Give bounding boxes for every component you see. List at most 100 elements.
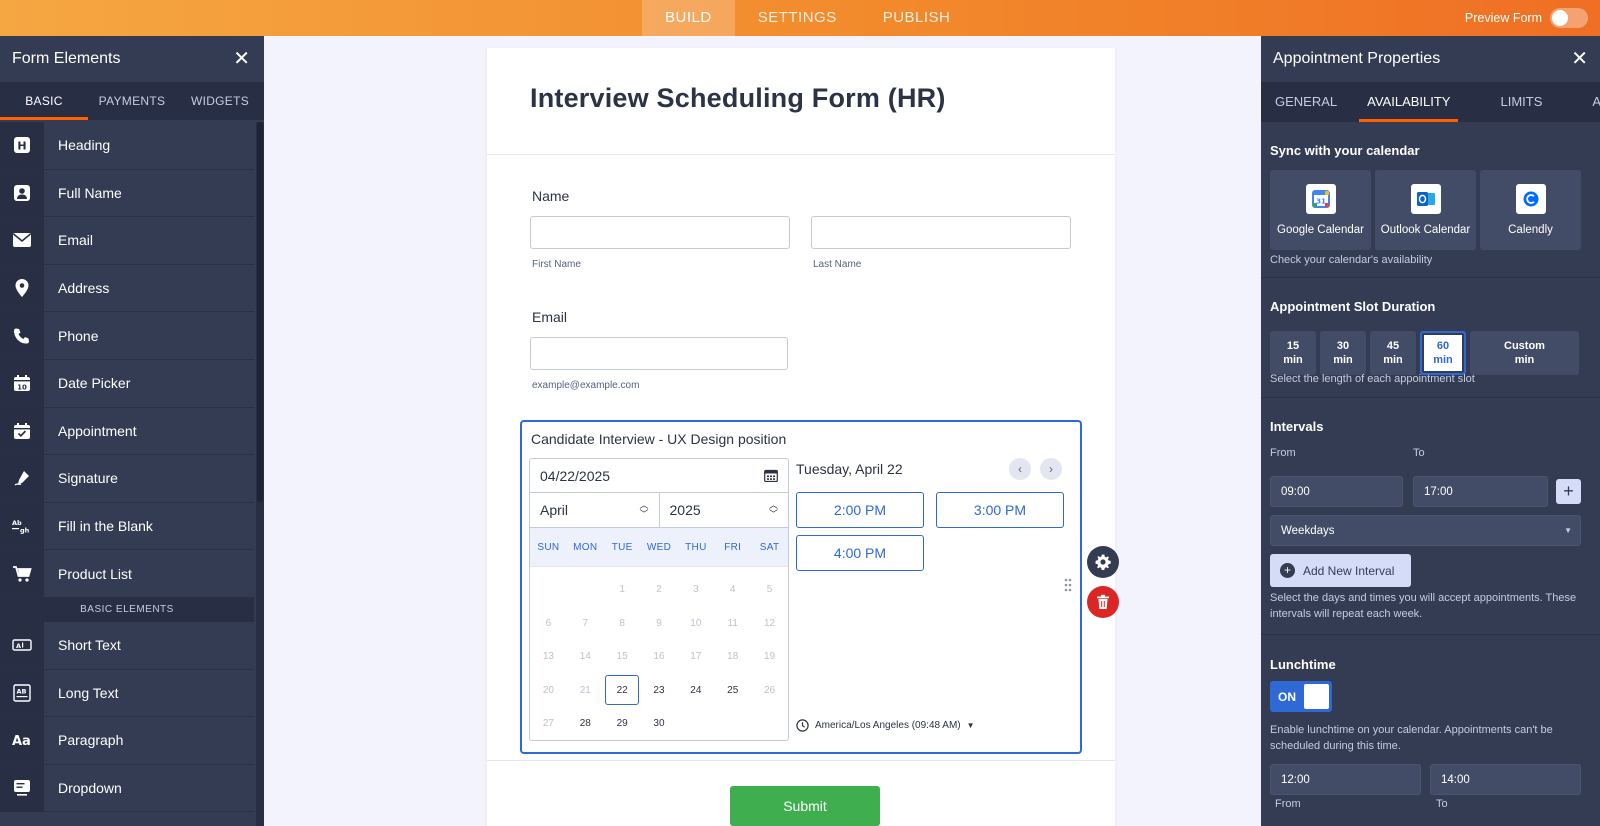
element-long-text[interactable]: AB Long Text [0,669,254,718]
tab-payments[interactable]: PAYMENTS [88,82,176,120]
date-value: 04/22/2025 [540,467,611,484]
submit-button[interactable]: Submit [730,786,880,826]
day-grid: 1 2 3 4 5 6 7 8 9 10 11 12 13 14 15 16 17 18 19 20 21 22 23 24 2… [530,567,788,740]
plus-circle-icon: + [1280,563,1295,578]
add-new-interval-button[interactable]: + Add New Interval [1270,554,1411,587]
clock-icon [796,719,809,732]
element-full-name[interactable]: Full Name [0,169,254,218]
add-time-plus-icon[interactable]: + [1556,479,1581,504]
divider [1261,277,1600,278]
element-date-picker[interactable]: 10 Date Picker [0,359,254,408]
available-day[interactable]: 23 [641,674,678,708]
first-name-input[interactable] [530,216,790,249]
disabled-day: 8 [619,617,625,629]
available-day[interactable]: 24 [677,674,714,708]
panel-title: Appointment Properties [1273,50,1441,67]
interval-from-input[interactable]: 09:00 [1270,476,1403,507]
duration-custom-button[interactable]: Custom min [1470,331,1579,375]
available-day[interactable]: 28 [567,707,604,740]
element-appointment[interactable]: Appointment [0,407,254,456]
field-settings-gear-icon[interactable] [1087,546,1119,578]
element-short-text[interactable]: A Short Text [0,621,254,670]
tab-publish[interactable]: PUBLISH [860,0,974,36]
lunch-to-input[interactable]: 14:00 [1430,764,1581,795]
tab-limits[interactable]: LIMITS [1492,82,1550,122]
appointment-field[interactable]: Candidate Interview - UX Design position… [520,420,1082,754]
tab-basic[interactable]: BASIC [0,82,88,120]
element-email[interactable]: Email [0,217,254,265]
duration-45-button[interactable]: 45 min [1370,331,1416,375]
tab-settings[interactable]: SETTINGS [735,0,860,36]
duration-30-button[interactable]: 30 min [1320,331,1366,375]
element-product-list[interactable]: Product List [0,550,254,598]
year-select[interactable]: 2025 ︿ ﹀ [660,493,789,527]
email-sublabel: example@example.com [532,380,640,391]
disabled-day: 11 [727,617,738,629]
time-slot[interactable]: 2:00 PM [796,492,924,528]
drag-handle-icon[interactable] [1064,578,1072,592]
interval-days-select[interactable]: Weekdays ▼ [1270,515,1581,546]
lunchtime-toggle[interactable]: ON [1270,681,1332,712]
element-dropdown[interactable]: Dropdown [0,764,254,813]
selected-day[interactable]: 22 [604,674,641,708]
timezone-select[interactable]: America/Los Angeles (09:48 AM) ▼ [796,719,975,732]
element-heading[interactable]: H Heading [0,122,254,170]
preview-switch[interactable] [1550,8,1588,28]
time-slot[interactable]: 4:00 PM [796,535,924,571]
duration-heading: Appointment Slot Duration [1270,299,1436,314]
tab-build[interactable]: BUILD [642,0,735,36]
delete-field-trash-icon[interactable] [1087,586,1119,618]
available-day[interactable]: 29 [604,707,641,740]
panel-title: Form Elements [12,50,121,67]
phone-icon [0,312,44,359]
disabled-day: 19 [764,651,776,663]
lunch-from-input[interactable]: 12:00 [1270,764,1421,795]
tab-advanced[interactable]: ADVANCED [1584,82,1600,122]
available-day[interactable]: 30 [641,707,678,740]
prev-day-chevron-icon[interactable]: ‹ [1009,458,1031,480]
disabled-day: 17 [690,651,702,663]
available-day[interactable]: 25 [714,674,751,708]
disabled-day: 3 [693,584,699,596]
caret-down-icon: ▼ [1564,526,1572,535]
duration-hint: Select the length of each appointment sl… [1270,373,1475,385]
element-phone[interactable]: Phone [0,312,254,360]
time-slot[interactable]: 3:00 PM [936,492,1064,528]
tab-availability[interactable]: AVAILABILITY [1359,82,1459,122]
disabled-day: 14 [579,651,591,663]
outlook-calendar-option[interactable]: Outlook Calendar [1375,170,1476,250]
calendly-option[interactable]: Calendly [1480,170,1581,250]
date-input[interactable]: 04/22/2025 [530,459,788,493]
duration-60-button[interactable]: 60 min [1420,331,1466,375]
cart-icon [0,550,44,597]
calendar-icon[interactable] [764,469,778,482]
tab-widgets[interactable]: WIDGETS [176,82,264,120]
left-scrollbar[interactable] [256,122,264,826]
element-signature[interactable]: Signature [0,455,254,503]
element-address[interactable]: Address [0,264,254,313]
next-day-chevron-icon[interactable]: › [1040,458,1062,480]
calendly-icon [1515,184,1546,214]
google-calendar-option[interactable]: 31 Google Calendar [1270,170,1371,250]
preview-form-toggle[interactable]: Preview Form [1465,8,1588,28]
lunch-from-label: From [1275,798,1301,810]
disabled-day: 26 [764,684,776,696]
duration-15-button[interactable]: 15 min [1270,331,1316,375]
month-select[interactable]: April ︿ ﹀ [530,493,660,527]
close-icon[interactable]: ✕ [233,49,250,69]
element-fill-in-the-blank[interactable]: Ab gh Fill in the Blank [0,502,254,551]
preview-form-label: Preview Form [1464,11,1542,25]
paragraph-icon: Aa [0,717,44,764]
weekday-label: TUE [611,542,633,553]
weekday-label: MON [573,542,598,553]
tab-general[interactable]: GENERAL [1261,82,1351,122]
svg-text:gh: gh [20,527,30,535]
calendar-sync-options: 31 Google Calendar Outlook Calendar Cale… [1270,170,1581,250]
close-icon[interactable]: ✕ [1571,49,1588,69]
last-name-input[interactable] [811,216,1071,249]
interval-to-input[interactable]: 17:00 [1413,476,1548,507]
email-input[interactable] [530,337,788,370]
caret-down-icon: ▼ [966,721,975,730]
element-paragraph[interactable]: Aa Paragraph [0,717,254,765]
form-title[interactable]: Interview Scheduling Form (HR) [530,83,946,114]
